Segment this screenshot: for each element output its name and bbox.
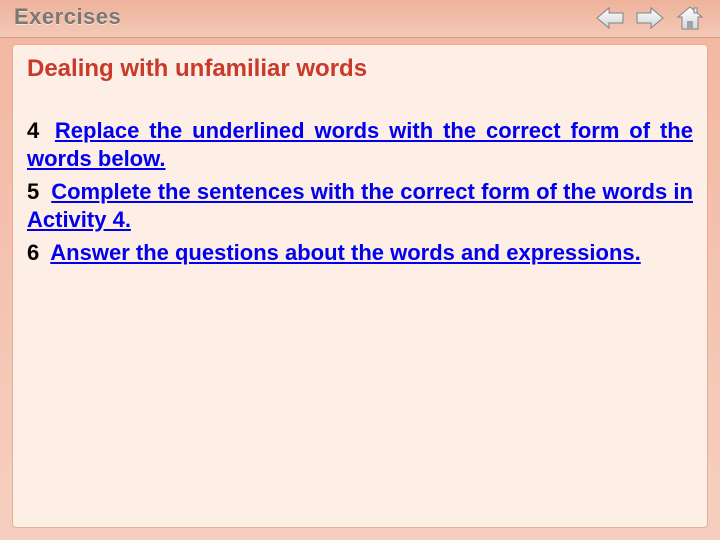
exercise-item: 6 Answer the questions about the words a… — [27, 239, 693, 267]
nav-icon-group — [594, 4, 706, 32]
home-icon — [676, 5, 704, 31]
home-button[interactable] — [674, 4, 706, 32]
slide: Exercises — [0, 0, 720, 540]
forward-button[interactable] — [634, 4, 666, 32]
exercise-item: 4 Replace the underlined words with the … — [27, 117, 693, 172]
header-bar: Exercises — [0, 0, 720, 38]
exercise-list: 4 Replace the underlined words with the … — [27, 117, 693, 267]
content-panel: Dealing with unfamiliar words 4 Replace … — [12, 44, 708, 528]
exercise-number: 6 — [27, 239, 45, 267]
exercise-link[interactable]: Complete the sentences with the correct … — [27, 179, 693, 232]
exercise-item: 5 Complete the sentences with the correc… — [27, 178, 693, 233]
exercise-link[interactable]: Replace the underlined words with the co… — [27, 118, 693, 171]
forward-arrow-icon — [635, 6, 665, 30]
back-arrow-icon — [595, 6, 625, 30]
exercise-number: 4 — [27, 117, 45, 145]
section-title: Dealing with unfamiliar words — [27, 55, 693, 83]
header-title: Exercises — [14, 4, 121, 30]
back-button[interactable] — [594, 4, 626, 32]
exercise-number: 5 — [27, 178, 45, 206]
exercise-link[interactable]: Answer the questions about the words and… — [50, 240, 640, 265]
